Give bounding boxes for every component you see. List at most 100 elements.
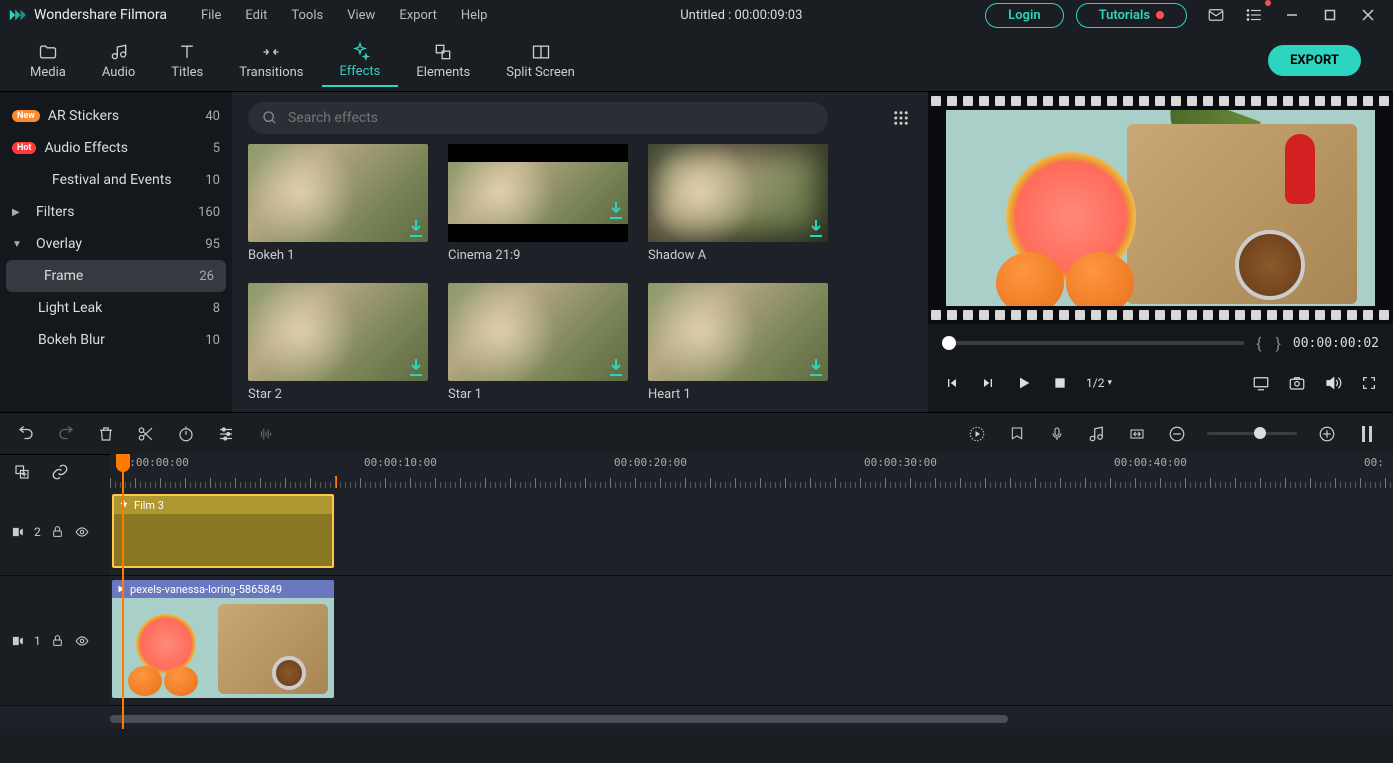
tab-split-screen[interactable]: Split Screen xyxy=(488,36,593,86)
play-mini-icon xyxy=(116,584,126,594)
ruler-label: 00:00:30:00 xyxy=(864,456,937,469)
tasks-icon[interactable] xyxy=(1237,1,1271,29)
menu-help[interactable]: Help xyxy=(451,4,498,27)
effect-card[interactable]: Star 1 xyxy=(448,283,628,402)
zoom-slider[interactable] xyxy=(1207,432,1297,435)
redo-icon[interactable] xyxy=(56,424,76,444)
tab-media[interactable]: Media xyxy=(12,36,84,86)
playback-row: 1/2▾ xyxy=(928,362,1393,404)
effect-thumb xyxy=(248,144,428,242)
audio-mixer-icon[interactable] xyxy=(1087,424,1107,444)
download-icon xyxy=(608,200,624,220)
video-track-icon xyxy=(10,525,24,539)
fit-timeline-icon[interactable] xyxy=(1127,424,1147,444)
effect-card[interactable]: Heart 1 xyxy=(648,283,828,402)
sidebar-item-filters[interactable]: ▶Filters160 xyxy=(0,196,232,228)
track-body-1[interactable]: pexels-vanessa-loring-5865849 xyxy=(110,576,1393,705)
window-minimize-icon[interactable] xyxy=(1275,1,1309,29)
messages-icon[interactable] xyxy=(1199,1,1233,29)
undo-icon[interactable] xyxy=(16,424,36,444)
timeline-options-icon[interactable] xyxy=(1357,424,1377,444)
effect-clip[interactable]: Film 3 xyxy=(112,494,334,568)
menu-tools[interactable]: Tools xyxy=(281,4,333,27)
playback-speed-select[interactable]: 1/2▾ xyxy=(1086,376,1112,390)
mark-in-icon[interactable]: { xyxy=(1254,334,1263,353)
search-input[interactable] xyxy=(288,110,814,126)
export-button[interactable]: EXPORT xyxy=(1268,45,1361,76)
delete-icon[interactable] xyxy=(96,424,116,444)
lock-icon[interactable] xyxy=(51,525,64,538)
menu-view[interactable]: View xyxy=(337,4,385,27)
lock-icon[interactable] xyxy=(51,634,64,647)
eye-icon[interactable] xyxy=(74,525,90,539)
fullscreen-icon[interactable] xyxy=(1359,373,1379,393)
audio-waveform-icon[interactable] xyxy=(256,424,276,444)
window-maximize-icon[interactable] xyxy=(1313,1,1347,29)
adjust-icon[interactable] xyxy=(216,424,236,444)
menu-export[interactable]: Export xyxy=(389,4,447,27)
split-clip-icon[interactable] xyxy=(136,424,156,444)
mark-out-icon[interactable]: } xyxy=(1273,334,1282,353)
marker-icon[interactable] xyxy=(1007,424,1027,444)
play-icon[interactable] xyxy=(1014,373,1034,393)
zoom-out-icon[interactable] xyxy=(1167,424,1187,444)
video-clip-label: pexels-vanessa-loring-5865849 xyxy=(130,583,282,596)
effect-name: Star 1 xyxy=(448,387,628,402)
stop-icon[interactable] xyxy=(1050,373,1070,393)
tab-elements[interactable]: Elements xyxy=(398,36,488,86)
effect-thumb xyxy=(648,144,828,242)
tutorials-button[interactable]: Tutorials xyxy=(1076,3,1187,28)
track-number: 1 xyxy=(34,634,41,648)
add-track-icon[interactable] xyxy=(12,462,32,482)
effect-card[interactable]: Shadow A xyxy=(648,144,828,263)
effect-card[interactable]: Star 2 xyxy=(248,283,428,402)
snapshot-icon[interactable] xyxy=(1287,373,1307,393)
login-button[interactable]: Login xyxy=(985,3,1063,28)
menu-file[interactable]: File xyxy=(191,4,231,27)
sidebar-item-ar-stickers[interactable]: NewAR Stickers40 xyxy=(0,100,232,132)
track-head-2: 2 xyxy=(0,488,110,575)
grid-view-icon[interactable] xyxy=(890,107,912,129)
video-clip[interactable]: pexels-vanessa-loring-5865849 xyxy=(112,580,334,698)
track-head-1: 1 xyxy=(0,576,110,705)
timeline-horizontal-scrollbar[interactable] xyxy=(110,715,1393,725)
preview-image[interactable] xyxy=(946,110,1375,306)
playhead[interactable] xyxy=(122,454,124,729)
sidebar-item-audio-effects[interactable]: HotAudio Effects5 xyxy=(0,132,232,164)
sidebar-sub-light-leak[interactable]: Light Leak8 xyxy=(0,292,232,324)
track-body-2[interactable]: Film 3 xyxy=(110,488,1393,575)
sidebar-sub-frame[interactable]: Frame26 xyxy=(6,260,226,292)
tab-transitions[interactable]: Transitions xyxy=(221,36,321,86)
speed-icon[interactable] xyxy=(176,424,196,444)
timeline-scrollbar-thumb[interactable] xyxy=(110,715,1008,723)
effect-card[interactable]: Cinema 21:9 xyxy=(448,144,628,263)
sidebar-item-festival[interactable]: Festival and Events10 xyxy=(0,164,232,196)
timeline-ruler[interactable]: 00:00:00:00 00:00:10:00 00:00:20:00 00:0… xyxy=(110,454,1393,488)
eye-icon[interactable] xyxy=(74,634,90,648)
link-icon[interactable] xyxy=(50,462,70,482)
search-box[interactable] xyxy=(248,102,828,134)
effect-name: Star 2 xyxy=(248,387,428,402)
zoom-handle[interactable] xyxy=(1254,427,1266,439)
tab-audio[interactable]: Audio xyxy=(84,36,153,86)
hot-badge: Hot xyxy=(12,142,36,154)
step-back-icon[interactable] xyxy=(942,373,962,393)
effect-card[interactable]: Bokeh 1 xyxy=(248,144,428,263)
ruler-label: 00:00:20:00 xyxy=(614,456,687,469)
voiceover-icon[interactable] xyxy=(1047,424,1067,444)
step-forward-icon[interactable] xyxy=(978,373,998,393)
main-tabs: Media Audio Titles Transitions Effects E… xyxy=(0,30,1393,92)
content-row: NewAR Stickers40 HotAudio Effects5 Festi… xyxy=(0,92,1393,412)
render-preview-icon[interactable] xyxy=(967,424,987,444)
volume-icon[interactable] xyxy=(1323,373,1343,393)
window-close-icon[interactable] xyxy=(1351,1,1385,29)
menu-edit[interactable]: Edit xyxy=(235,4,277,27)
tab-titles[interactable]: Titles xyxy=(153,36,221,86)
tab-effects[interactable]: Effects xyxy=(322,35,399,87)
display-settings-icon[interactable] xyxy=(1251,373,1271,393)
scrub-slider[interactable] xyxy=(942,341,1244,345)
zoom-in-icon[interactable] xyxy=(1317,424,1337,444)
sidebar-sub-bokeh-blur[interactable]: Bokeh Blur10 xyxy=(0,324,232,356)
sidebar-item-overlay[interactable]: ▼Overlay95 xyxy=(0,228,232,260)
scrub-handle[interactable] xyxy=(942,336,956,350)
